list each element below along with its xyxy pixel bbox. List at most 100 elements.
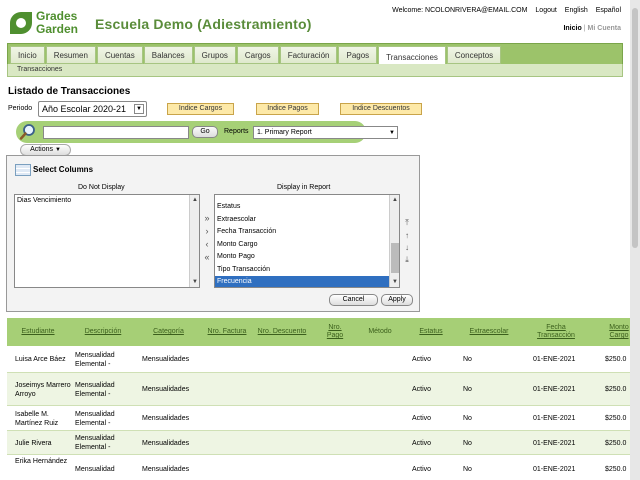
cell-fecha: 01-ENE-2021 [533, 356, 576, 363]
list-item[interactable]: Estatus [215, 201, 399, 214]
scroll-up-icon[interactable]: ▲ [390, 195, 399, 205]
do-not-display-label: Do Not Display [78, 184, 125, 191]
move-all-left-icon[interactable]: « [202, 252, 212, 262]
cell-estudiante: Isabelle M. Martínez Ruiz [15, 410, 59, 427]
scrollbar[interactable]: ▲ ▼ [189, 195, 199, 287]
table-row[interactable]: Erika Hernández Mensualidad Mensualidade… [7, 455, 630, 480]
display-in-report-label: Display in Report [277, 184, 331, 191]
table-row[interactable]: Joseimys Marrero Arroyo Mensualidad Elem… [7, 373, 630, 406]
tab-facturacion[interactable]: Facturación [279, 46, 338, 64]
espanol-link[interactable]: Español [596, 7, 621, 14]
cell-descripcion: Mensualidad Elemental - [75, 351, 115, 368]
subnav-transacciones[interactable]: Transacciones [17, 66, 62, 73]
indice-pagos-button[interactable]: Indice Pagos [256, 103, 319, 115]
move-down-icon[interactable]: ↓ [402, 243, 412, 252]
list-item[interactable]: Dias Vencimiento [15, 195, 199, 208]
select-columns-panel: Select Columns Do Not Display Display in… [6, 155, 420, 312]
cell-monto-cargo: $250.0 [605, 466, 627, 473]
cell-estatus: Activo [412, 356, 432, 363]
cancel-button[interactable]: Cancel [329, 294, 378, 306]
account-links: Inicio | Mi Cuenta [563, 25, 621, 32]
cell-descripcion: Mensualidad [75, 466, 115, 473]
tab-grupos[interactable]: Grupos [193, 46, 236, 64]
separator: | [583, 25, 586, 32]
move-bottom-icon[interactable]: ⤓ [402, 255, 412, 265]
inicio-link[interactable]: Inicio [563, 25, 581, 32]
scroll-thumb[interactable] [632, 8, 638, 248]
column-header[interactable]: Categoría [142, 318, 195, 346]
move-top-icon[interactable]: ⤒ [402, 218, 412, 228]
tab-resumen[interactable]: Resumen [45, 46, 96, 64]
cell-estatus: Activo [412, 386, 432, 393]
go-button[interactable]: Go [192, 126, 218, 138]
welcome-text: Welcome: NCOLONRIVERA@EMAIL.COM [392, 7, 528, 14]
scroll-thumb[interactable] [391, 243, 399, 273]
tab-cuentas[interactable]: Cuentas [96, 46, 143, 64]
list-item[interactable]: Tipo Transacción [215, 264, 399, 277]
report-select[interactable]: 1. Primary Report ▼ [253, 126, 398, 139]
list-item[interactable]: Monto Cargo [215, 239, 399, 252]
cell-monto-cargo: $250.0 [605, 439, 627, 447]
indice-cargos-button[interactable]: Indice Cargos [167, 103, 234, 115]
scroll-down-icon[interactable]: ▼ [390, 277, 399, 287]
search-input[interactable] [43, 126, 189, 139]
column-header[interactable]: Estatus [411, 318, 451, 346]
tab-inicio[interactable]: Inicio [10, 46, 45, 64]
list-item[interactable]: Monto Pago [215, 251, 399, 264]
tab-pagos[interactable]: Pagos [338, 46, 378, 64]
chevron-down-icon: ▼ [54, 147, 61, 153]
table-header: Estudiante Descripción Categoría Nro. Fa… [7, 318, 630, 346]
table-row[interactable]: Luisa Arce Báez Mensualidad Elemental - … [7, 346, 630, 373]
page-scrollbar[interactable] [630, 0, 640, 480]
move-right-icon[interactable]: › [202, 226, 212, 236]
panel-title: Select Columns [33, 165, 94, 174]
move-all-right-icon[interactable]: » [202, 213, 212, 223]
scrollbar[interactable]: ▲ ▼ [389, 195, 399, 287]
column-header[interactable]: Monto Cargo [599, 318, 630, 346]
cell-extraescolar: No [463, 386, 472, 393]
english-link[interactable]: English [565, 7, 588, 14]
cell-monto-cargo: $250.0 [605, 356, 627, 363]
reports-label: Reports [224, 128, 249, 135]
mi-cuenta-link[interactable]: Mi Cuenta [588, 25, 621, 32]
scroll-up-icon[interactable]: ▲ [190, 195, 199, 205]
list-item[interactable]: Fecha Transacción [215, 226, 399, 239]
tab-cargos[interactable]: Cargos [236, 46, 279, 64]
column-header[interactable]: Estudiante [7, 318, 69, 346]
logout-link[interactable]: Logout [535, 7, 556, 14]
list-item-selected[interactable]: Frecuencia [215, 276, 399, 287]
cell-categoria: Mensualidades [142, 356, 190, 363]
apply-button[interactable]: Apply [381, 294, 413, 306]
column-header[interactable]: Nro. Descuento [257, 318, 307, 346]
cell-categoria: Mensualidades [142, 415, 190, 422]
cell-categoria: Mensualidades [142, 386, 190, 393]
magnifier-icon[interactable] [19, 123, 37, 141]
grades-garden-logo[interactable]: Grades Garden [10, 10, 86, 38]
display-in-report-list[interactable]: Estatus Extraescolar Fecha Transacción M… [214, 194, 400, 288]
column-header[interactable]: Nro. Factura [205, 318, 249, 346]
table-row[interactable]: Isabelle M. Martínez Ruiz Mensualidad El… [7, 406, 630, 431]
periodo-select[interactable]: Año Escolar 2020-21 ▼ [38, 101, 147, 117]
subnav: Transacciones [7, 64, 623, 77]
move-left-icon[interactable]: ‹ [202, 239, 212, 249]
column-header[interactable]: Extraescolar [459, 318, 519, 346]
column-header[interactable]: Descripción [74, 318, 132, 346]
cell-estatus: Activo [412, 415, 432, 422]
table-row[interactable]: Julie Rivera Mensualidad Elemental - Men… [7, 431, 630, 455]
move-up-icon[interactable]: ↑ [402, 231, 412, 240]
tab-balances[interactable]: Balances [143, 46, 193, 64]
indice-descuentos-button[interactable]: Indice Descuentos [340, 103, 422, 115]
cell-estudiante: Julie Rivera [15, 439, 52, 447]
column-header[interactable]: Nro. Pago [320, 318, 350, 346]
scroll-down-icon[interactable]: ▼ [190, 277, 199, 287]
cell-estatus: Activo [412, 439, 432, 447]
tab-conceptos[interactable]: Conceptos [446, 46, 502, 64]
cell-fecha: 01-ENE-2021 [533, 466, 576, 473]
cell-monto-cargo: $250.0 [605, 386, 627, 393]
cell-descripcion: Mensualidad Elemental - [75, 410, 115, 427]
transactions-table: Estudiante Descripción Categoría Nro. Fa… [7, 318, 630, 480]
cell-extraescolar: No [463, 439, 472, 447]
list-item[interactable]: Extraescolar [215, 214, 399, 227]
do-not-display-list[interactable]: Dias Vencimiento ▲ ▼ [14, 194, 200, 288]
column-header[interactable]: Fecha Transacción [531, 318, 581, 346]
